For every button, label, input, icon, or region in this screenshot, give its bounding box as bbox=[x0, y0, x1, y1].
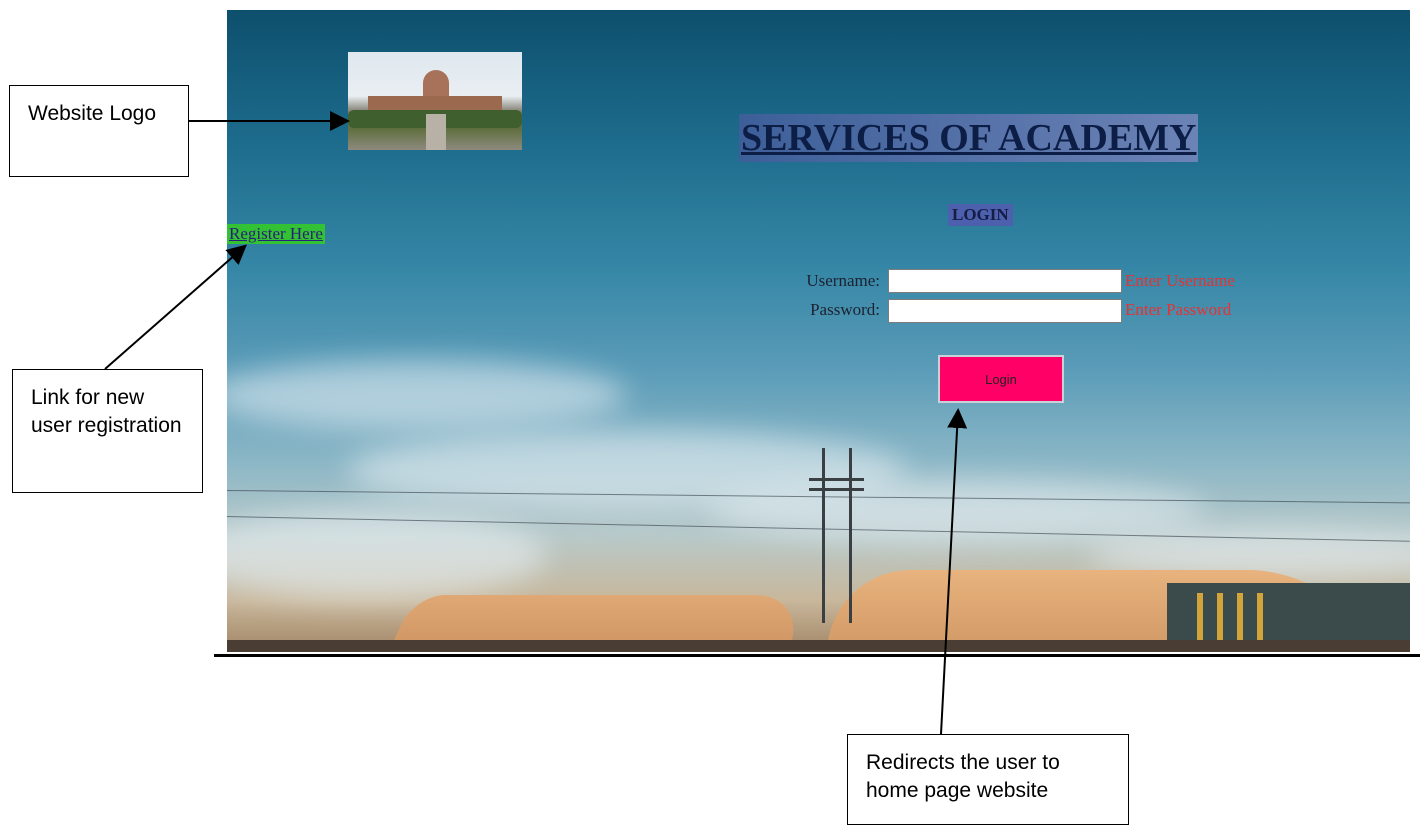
ground-strip bbox=[227, 640, 1410, 652]
username-label: Username: bbox=[806, 271, 880, 290]
page-title: SERVICES OF ACADEMY bbox=[739, 114, 1199, 162]
register-callout: Link for new user registration bbox=[12, 369, 203, 493]
password-input[interactable] bbox=[888, 299, 1122, 323]
login-page-screenshot: SERVICES OF ACADEMY LOGIN Register Here … bbox=[227, 10, 1410, 652]
login-button[interactable]: Login bbox=[938, 355, 1064, 403]
password-label: Password: bbox=[810, 300, 880, 319]
username-hint: Enter Username bbox=[1125, 271, 1235, 290]
login-heading: LOGIN bbox=[948, 204, 1013, 226]
password-hint: Enter Password bbox=[1125, 300, 1232, 319]
divider-line bbox=[214, 654, 1420, 657]
logo-callout: Website Logo bbox=[9, 85, 189, 177]
register-arrow bbox=[104, 244, 248, 370]
entrance-path bbox=[426, 114, 446, 150]
cloud bbox=[227, 360, 627, 430]
username-input[interactable] bbox=[888, 269, 1122, 293]
login-callout: Redirects the user to home page website bbox=[847, 734, 1129, 825]
register-link[interactable]: Register Here bbox=[227, 224, 325, 244]
cloud bbox=[227, 510, 547, 600]
website-logo[interactable] bbox=[348, 52, 522, 150]
username-label-cell: Username: bbox=[767, 268, 880, 294]
electric-tower bbox=[809, 448, 864, 623]
password-label-cell: Password: bbox=[767, 297, 880, 323]
building-photo-icon bbox=[423, 70, 449, 98]
